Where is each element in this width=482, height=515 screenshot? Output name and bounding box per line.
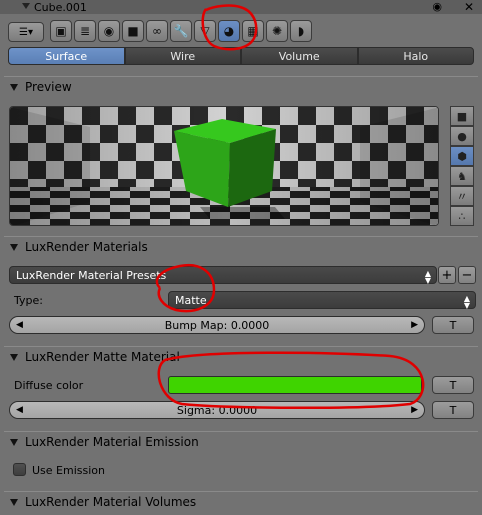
particles-tab-button[interactable]: ✺ [266,20,288,42]
materials-panel-header[interactable]: LuxRender Materials [4,237,478,257]
render-tab-button[interactable]: ▣ [50,20,72,42]
tab-halo[interactable]: Halo [357,47,474,65]
add-preset-button[interactable]: + [438,266,456,284]
up-down-arrows-icon: ▲ ▼ [463,294,470,310]
material-volumes-panel: LuxRender Material Volumes [4,491,478,515]
emission-panel-header[interactable]: LuxRender Material Emission [4,432,478,452]
plane-icon: ■ [456,109,468,123]
bump-texture-button[interactable]: T [432,316,474,334]
object-icon: ■ [127,24,139,38]
monkey-icon: ♞ [457,169,467,183]
texture-tab-button[interactable]: ▦ [242,20,264,42]
preview-render [10,107,438,225]
tab-surface[interactable]: Surface [8,47,125,65]
world-icon: ◉ [103,24,115,38]
preview-sphere-button[interactable]: ● [450,126,474,146]
material-type-select[interactable]: Matte ▲ ▼ [168,291,476,310]
material-emission-panel: LuxRender Material Emission [4,431,478,490]
editor-type-icon: ☰▾ [19,26,33,38]
type-value: Matte [175,293,207,307]
use-emission-label: Use Emission [32,464,105,477]
object-data-icon: ▽ [200,24,210,38]
collapse-arrow-icon [10,498,18,506]
modifier-wrench-tab-button[interactable]: 🔧 [170,20,192,42]
world-tab-button[interactable]: ◉ [98,20,120,42]
render-layers-icon: ≣ [79,24,91,38]
object-data-tab-button[interactable]: ▽ [194,20,216,42]
constraints-tab-button[interactable]: ∞ [146,20,168,42]
panel-title: LuxRender Material Volumes [25,495,197,509]
preview-sphere-array-button[interactable]: ∴ [450,206,474,226]
tab-volume[interactable]: Volume [241,47,358,65]
preview-shape-buttons: ■ ● ⬢ ♞ 〃 ∴ [450,106,474,226]
preview-hair-button[interactable]: 〃 [450,186,474,206]
panel-title: Preview [25,80,72,94]
sigma-slider[interactable]: ◀ Sigma: 0.0000 ▶ [9,401,425,419]
type-label: Type: [14,294,43,307]
expand-arrow-icon[interactable] [22,3,30,9]
up-down-arrows-icon: ▲ ▼ [424,269,431,285]
remove-preset-button[interactable]: − [458,266,476,284]
panel-title: LuxRender Material Emission [25,435,199,449]
physics-icon: ◗ [297,24,305,38]
preview-panel-header[interactable]: Preview [4,77,478,97]
collapse-arrow-icon [10,438,18,446]
volumes-panel-header[interactable]: LuxRender Material Volumes [4,492,478,512]
sigma-texture-button[interactable]: T [432,401,474,419]
material-tab-button[interactable]: ◕ [218,20,240,42]
editor-type-button[interactable]: ☰▾ [8,22,44,42]
object-tab-button[interactable]: ■ [122,20,144,42]
render-icon: ▣ [55,24,67,38]
collapse-arrow-icon [10,353,18,361]
matte-panel-header[interactable]: LuxRender Matte Material [4,347,478,367]
collapse-arrow-icon [10,243,18,251]
sigma-value: Sigma: 0.0000 [176,403,258,417]
physics-tab-button[interactable]: ◗ [290,20,312,42]
diffuse-color-label: Diffuse color [14,379,84,392]
increment-arrow-icon[interactable]: ▶ [411,405,418,415]
plus-icon: + [441,267,453,283]
preview-cube-button[interactable]: ⬢ [450,146,474,166]
texture-icon: ▦ [247,24,259,38]
bump-map-slider[interactable]: ◀ Bump Map: 0.0000 ▶ [9,316,425,334]
diffuse-color-swatch[interactable] [168,376,422,394]
render-layers-tab-button[interactable]: ≣ [74,20,96,42]
decrement-arrow-icon[interactable]: ◀ [16,405,23,415]
panel-title: LuxRender Materials [25,240,148,254]
bump-map-value: Bump Map: 0.0000 [164,318,270,332]
cube-icon: ⬢ [457,149,467,163]
material-presets-menu[interactable]: LuxRender Material Presets ▲ ▼ [9,266,437,285]
panel-title: LuxRender Matte Material [25,350,180,364]
properties-header [0,14,482,46]
sphere-array-icon: ∴ [458,209,466,223]
object-name: Cube.001 [34,1,87,14]
constraints-icon: ∞ [152,24,162,38]
sphere-icon: ● [457,129,467,143]
particles-icon: ✺ [271,24,283,38]
diffuse-texture-button[interactable]: T [432,376,474,394]
minus-icon: − [461,267,473,283]
close-icon[interactable]: ✕ [464,0,474,14]
preview-plane-button[interactable]: ■ [450,106,474,126]
use-emission-checkbox[interactable] [13,463,26,476]
collapse-arrow-icon [10,83,18,91]
material-icon: ◕ [223,24,235,38]
hair-icon: 〃 [456,190,468,203]
material-preview [9,106,439,226]
increment-arrow-icon[interactable]: ▶ [411,320,418,330]
decrement-arrow-icon[interactable]: ◀ [16,320,23,330]
modifier-wrench-icon: 🔧 [173,24,189,38]
visibility-eye-icon[interactable]: ◉ [432,0,442,13]
tab-wire[interactable]: Wire [124,47,241,65]
presets-label: LuxRender Material Presets [16,268,167,282]
preview-monkey-button[interactable]: ♞ [450,166,474,186]
material-mode-tabs: Surface Wire Volume Halo [8,47,474,65]
